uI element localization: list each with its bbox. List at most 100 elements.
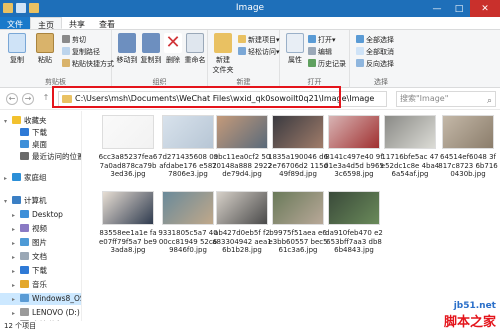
new-item-button[interactable]: 新建项目▾: [238, 35, 280, 45]
image-thumbnail[interactable]: [102, 191, 154, 225]
properties-button[interactable]: 属性: [280, 30, 310, 65]
sidebar-item-label: 桌面: [32, 140, 47, 149]
image-thumbnail[interactable]: [442, 115, 494, 149]
expand-caret-icon[interactable]: ▸: [12, 280, 20, 292]
sidebar-item[interactable]: 下载: [0, 127, 81, 139]
sidebar-item[interactable]: ▸ Desktop: [0, 209, 81, 222]
sidebar-item[interactable]: ▸ Windows8_OS (C:): [0, 293, 82, 306]
tab-view[interactable]: 查看: [92, 17, 122, 29]
paste-label: 粘贴: [38, 56, 52, 64]
invert-selection-button[interactable]: 反向选择: [356, 59, 394, 69]
open-group: 属性 打开▾ 编辑 历史记录 打开: [280, 30, 350, 88]
file-name[interactable]: 7d271435608 0aafdabe176 e5827806e3.jpg: [158, 153, 218, 179]
new-item-icon: [238, 35, 246, 43]
sidebar-item[interactable]: ▸ 家庭组: [0, 172, 81, 185]
file-name[interactable]: 6cc3a85237fea67a0ad878ca79b3ed36.jpg: [98, 153, 158, 179]
minimize-button[interactable]: —: [426, 0, 448, 17]
tab-file[interactable]: 文件: [0, 17, 30, 29]
sidebar-item[interactable]: ▾ 收藏夹: [0, 115, 81, 127]
image-thumbnail[interactable]: [216, 115, 268, 149]
file-name[interactable]: 9331805c5a7 4000cc81949 52c69846f0.jpg: [158, 229, 218, 255]
expand-caret-icon[interactable]: ▸: [12, 210, 20, 222]
paste-shortcut-button[interactable]: 粘贴快捷方式: [62, 59, 114, 69]
download-folder-icon: [20, 266, 29, 274]
copy-path-button[interactable]: 复制路径: [62, 47, 100, 57]
download-folder-icon: [20, 128, 29, 136]
expand-caret-icon[interactable]: ▸: [12, 266, 20, 278]
ribbon-tabs: 文件 主页 共享 查看: [0, 17, 500, 30]
paste-button[interactable]: 粘贴: [30, 30, 60, 65]
file-name[interactable]: 9bc11ea0cf2 5070148a888 2922de79d4.jpg: [212, 153, 272, 179]
new-folder-icon: [214, 33, 232, 53]
rename-button[interactable]: 重命名: [180, 30, 210, 65]
sidebar-item[interactable]: 桌面: [0, 139, 81, 151]
navigation-pane: ▾ 收藏夹 下载 桌面 最近访问的位置 ▸ 家庭组 ▾ 计算机 ▸ Desktop ▸ 视频 ▸ 图片 ▸ 文档…: [0, 111, 82, 321]
image-thumbnail[interactable]: [328, 115, 380, 149]
sidebar-item-label: Desktop: [32, 210, 63, 219]
file-name[interactable]: b9975f51aea e6e3bb60557 bec561c3a6.jpg: [268, 229, 328, 255]
sidebar-item[interactable]: ▸ LENOVO (D:): [0, 307, 81, 319]
edit-button[interactable]: 编辑: [308, 47, 332, 57]
tab-share[interactable]: 共享: [62, 17, 92, 29]
cut-button[interactable]: 剪切: [62, 35, 86, 45]
file-name[interactable]: da910feb470 e2653bff7aa3 db86b4843.jpg: [324, 229, 384, 255]
select-group: 全部选择 全部取消 反向选择 选择: [350, 30, 412, 88]
properties-icon: [286, 33, 304, 53]
documents-folder-icon: [20, 252, 29, 260]
expand-caret-icon[interactable]: ▾: [4, 196, 12, 208]
select-none-button[interactable]: 全部取消: [356, 47, 394, 57]
rename-icon: [186, 33, 204, 53]
watermark-site: jb51.net: [453, 301, 496, 311]
sidebar-item[interactable]: 最近访问的位置: [0, 151, 82, 163]
image-thumbnail[interactable]: [162, 191, 214, 225]
search-input[interactable]: 搜索"Image" ⌕: [396, 91, 496, 107]
new-folder-button[interactable]: 新建 文件夹: [208, 30, 238, 75]
sidebar-item[interactable]: ▸ 下载: [0, 265, 81, 278]
expand-caret-icon[interactable]: ▸: [4, 173, 12, 185]
window-title: Image: [235, 3, 265, 13]
open-button[interactable]: 打开▾: [308, 35, 336, 45]
copy-path-label: 复制路径: [72, 48, 100, 56]
up-button[interactable]: ↑: [40, 93, 52, 105]
file-name[interactable]: 83558ee1a1e fae07ff79f5a7 be93ada8.jpg: [98, 229, 158, 255]
image-thumbnail[interactable]: [216, 191, 268, 225]
invert-selection-icon: [356, 59, 364, 67]
select-none-label: 全部取消: [366, 48, 394, 56]
expand-caret-icon[interactable]: ▸: [12, 238, 20, 250]
sidebar-item[interactable]: ▸ 图片: [0, 237, 81, 250]
maximize-button[interactable]: □: [448, 0, 470, 17]
file-name[interactable]: ab427d0eb5f f2a83304942 aea16b1b28.jpg: [212, 229, 272, 255]
forward-button[interactable]: →: [22, 93, 34, 105]
copy-button[interactable]: 复制: [2, 30, 32, 65]
image-thumbnail[interactable]: [272, 191, 324, 225]
file-name[interactable]: 64514ef6048 3f817c8723 6b7160430b.jpg: [438, 153, 498, 179]
file-name[interactable]: 11716bfe5ac 47e52dc1c8e 4ba46a54af.jpg: [380, 153, 440, 179]
image-thumbnail[interactable]: [384, 115, 436, 149]
sidebar-item[interactable]: ▸ 视频: [0, 223, 81, 236]
expand-caret-icon[interactable]: ▸: [12, 294, 20, 306]
sidebar-item[interactable]: ▾ 计算机: [0, 195, 81, 208]
sidebar-item[interactable]: ▸ 文档: [0, 251, 81, 264]
history-button[interactable]: 历史记录: [308, 59, 346, 69]
file-name[interactable]: 1835a190046 d62e76706d2 115d49f89d.jpg: [268, 153, 328, 179]
image-thumbnail[interactable]: [272, 115, 324, 149]
file-name[interactable]: 8141c497e40 9f01e3a4d5d b9653c6598.jpg: [324, 153, 384, 179]
history-icon: [308, 59, 316, 67]
back-button[interactable]: ←: [6, 93, 18, 105]
drive-icon: [20, 308, 29, 316]
sidebar-item-label: 收藏夹: [24, 116, 47, 125]
image-thumbnail[interactable]: [102, 115, 154, 149]
easy-access-button[interactable]: 轻松访问▾: [238, 47, 280, 57]
tab-home[interactable]: 主页: [30, 17, 62, 30]
sidebar-item-label: Windows8_OS (C:): [32, 294, 82, 303]
close-button[interactable]: ✕: [470, 0, 500, 17]
image-thumbnail[interactable]: [162, 115, 214, 149]
sidebar-item[interactable]: ▸ 音乐: [0, 279, 81, 292]
image-thumbnail[interactable]: [328, 191, 380, 225]
select-all-button[interactable]: 全部选择: [356, 35, 394, 45]
sidebar-item-label: 最近访问的位置: [32, 152, 82, 161]
copy-path-icon: [62, 47, 70, 55]
expand-caret-icon[interactable]: ▸: [12, 252, 20, 264]
expand-caret-icon[interactable]: ▸: [12, 224, 20, 236]
sidebar-item-label: 视频: [32, 224, 47, 233]
